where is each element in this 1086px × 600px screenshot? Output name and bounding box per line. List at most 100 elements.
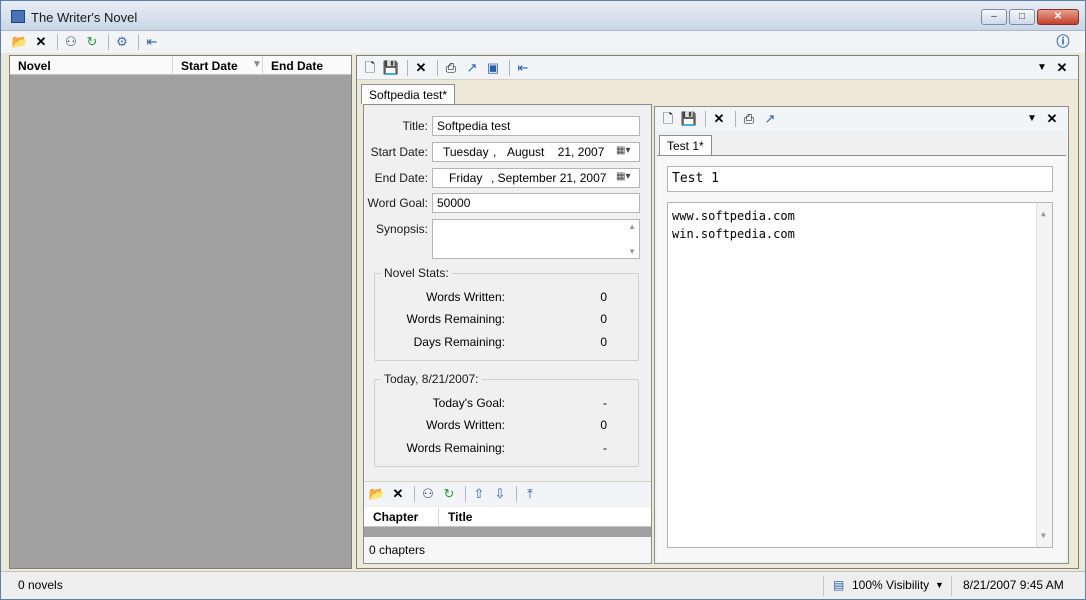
x-icon[interactable]: ✕ xyxy=(32,33,50,51)
chapters-grid-header: Chapter Title xyxy=(364,507,651,527)
binoculars-icon[interactable]: ⚇ xyxy=(62,33,80,51)
days-remaining-value: 0 xyxy=(600,335,607,349)
new-doc-icon[interactable]: 🗋 xyxy=(659,110,677,128)
vertical-scrollbar[interactable]: ▲ ▼ xyxy=(1036,203,1052,547)
scroll-up-icon[interactable]: ▲ xyxy=(628,222,636,231)
calendar-dropdown-icon[interactable]: ▦▾ xyxy=(616,171,636,185)
gear-icon[interactable]: ⚙ xyxy=(113,33,131,51)
x-icon[interactable]: ✕ xyxy=(412,59,430,77)
export-icon[interactable]: ↗ xyxy=(761,110,779,128)
novel-stats-group: Novel Stats: Words Written: 0 Words Rema… xyxy=(374,266,639,361)
toolbar-separator xyxy=(138,34,139,50)
close-pane-icon[interactable]: ✕ xyxy=(1053,59,1071,77)
toolbar-separator xyxy=(437,60,438,76)
refresh-icon[interactable]: ↻ xyxy=(440,485,458,503)
scroll-down-icon[interactable]: ▼ xyxy=(628,247,636,256)
scroll-up-icon[interactable]: ▲ xyxy=(1041,205,1046,223)
novels-count: 0 novels xyxy=(18,578,63,592)
x-icon[interactable]: ✕ xyxy=(710,110,728,128)
title-bar: The Writer's Novel – □ ✕ xyxy=(1,1,1085,31)
synopsis-label: Synopsis: xyxy=(375,222,428,236)
end-date-picker[interactable]: Friday , September 21, 2007 ▦▾ xyxy=(432,168,640,188)
start-date-value: August 21, 2007 xyxy=(507,145,605,159)
info-icon[interactable]: ⓘ xyxy=(1054,33,1072,51)
close-pane-icon[interactable]: ✕ xyxy=(1043,110,1061,128)
chapters-list[interactable] xyxy=(364,527,651,537)
chapter-body: Test 1 www.softpedia.com win.softpedia.c… xyxy=(657,155,1066,561)
build-icon[interactable]: ▣ xyxy=(484,59,502,77)
minimize-button[interactable]: – xyxy=(981,9,1007,25)
column-start-date[interactable]: Start Date xyxy=(173,56,263,74)
novel-document-pane: 🗋 💾 ✕ ⎙ ↗ ▣ ⇤ ▼ ✕ Softpedia test* Title:… xyxy=(356,55,1079,569)
printer-icon[interactable]: ⎙ xyxy=(740,110,758,128)
toolbar-separator xyxy=(509,60,510,76)
novels-grid-header: Novel Start Date ▼ End Date xyxy=(10,56,351,75)
chapters-count: 0 chapters xyxy=(364,537,651,563)
printer-icon[interactable]: ⎙ xyxy=(442,59,460,77)
column-end-date[interactable]: End Date xyxy=(263,56,351,74)
todays-goal-value: - xyxy=(603,396,607,410)
scroll-down-icon[interactable]: ▼ xyxy=(1041,527,1046,545)
end-day: Friday xyxy=(449,171,483,185)
words-remaining-label: Words Remaining: xyxy=(406,312,505,326)
chapter-title-input[interactable]: Test 1 xyxy=(667,166,1053,192)
todays-goal-label: Today's Goal: xyxy=(432,396,505,410)
window-title: The Writer's Novel xyxy=(31,10,138,25)
today-stats-title: Today, 8/21/2007: xyxy=(381,372,482,386)
tab-softpedia-test[interactable]: Softpedia test* xyxy=(361,84,456,104)
toolbar-separator xyxy=(735,111,736,127)
title-input[interactable]: Softpedia test xyxy=(432,116,640,136)
move-down-icon[interactable]: ⇩ xyxy=(491,485,509,503)
floppy-icon[interactable]: 💾 xyxy=(382,59,400,77)
move-up-icon[interactable]: ⇧ xyxy=(470,485,488,503)
start-sep: , xyxy=(493,145,497,159)
end-date-value: , September 21, 2007 xyxy=(491,171,607,185)
dock-icon[interactable]: ⇤ xyxy=(143,33,161,51)
start-date-picker[interactable]: Tuesday , August 21, 2007 ▦▾ xyxy=(432,142,640,162)
words-written-value: 0 xyxy=(600,290,607,304)
today-words-remaining-value: - xyxy=(603,441,607,455)
words-remaining-value: 0 xyxy=(600,312,607,326)
toolbar-separator xyxy=(108,34,109,50)
end-date-label: End Date: xyxy=(374,171,428,185)
word-goal-input[interactable]: 50000 xyxy=(432,193,640,213)
visibility-selector[interactable]: 100% Visibility xyxy=(852,578,929,592)
chapter-toolbar: 🗋 💾 ✕ ⎙ ↗ ▼ ✕ xyxy=(655,107,1068,131)
chapters-toolbar: 📂 ✕ ⚇ ↻ ⇧ ⇩ ⤒ xyxy=(364,481,651,505)
toolbar-separator xyxy=(516,486,517,502)
main-toolbar: 📂 ✕ ⚇ ↻ ⚙ ⇤ ⓘ xyxy=(1,31,1085,53)
novels-list[interactable]: Novel Start Date ▼ End Date xyxy=(9,55,352,569)
toolbar-separator xyxy=(407,60,408,76)
dropdown-pin-icon[interactable]: ▼ xyxy=(1033,59,1051,77)
tab-test-1[interactable]: Test 1* xyxy=(659,135,712,155)
x-icon[interactable]: ✕ xyxy=(389,485,407,503)
book-icon xyxy=(11,10,25,23)
dock-icon[interactable]: ⇤ xyxy=(514,59,532,77)
folder-open-icon[interactable]: 📂 xyxy=(368,485,386,503)
maximize-button[interactable]: □ xyxy=(1009,9,1035,25)
new-doc-icon[interactable]: 🗋 xyxy=(361,59,379,77)
synopsis-textarea[interactable]: ▲ ▼ xyxy=(432,219,640,259)
chapter-editor-pane: 🗋 💾 ✕ ⎙ ↗ ▼ ✕ Test 1* Test 1 www.softped… xyxy=(654,106,1069,564)
column-title[interactable]: Title xyxy=(439,507,539,526)
chapter-text-editor[interactable]: www.softpedia.com win.softpedia.com ▲ ▼ xyxy=(667,202,1053,548)
move-top-icon[interactable]: ⤒ xyxy=(521,485,539,503)
status-bar: 0 novels ▤ 100% Visibility ▼ 8/21/2007 9… xyxy=(1,571,1085,599)
folder-open-icon[interactable]: 📂 xyxy=(11,33,29,51)
chevron-down-icon[interactable]: ▼ xyxy=(935,580,944,590)
floppy-icon[interactable]: 💾 xyxy=(680,110,698,128)
dropdown-pin-icon[interactable]: ▼ xyxy=(1023,110,1041,128)
close-button[interactable]: ✕ xyxy=(1037,9,1079,25)
word-goal-label: Word Goal: xyxy=(367,196,428,210)
calendar-dropdown-icon[interactable]: ▦▾ xyxy=(616,145,636,159)
column-novel[interactable]: Novel xyxy=(10,56,173,74)
novel-form: Title: Softpedia test Start Date: Tuesda… xyxy=(363,104,652,564)
today-words-remaining-label: Words Remaining: xyxy=(406,441,505,455)
text-line: www.softpedia.com xyxy=(672,209,795,223)
export-icon[interactable]: ↗ xyxy=(463,59,481,77)
binoculars-icon[interactable]: ⚇ xyxy=(419,485,437,503)
refresh-icon[interactable]: ↻ xyxy=(83,33,101,51)
status-datetime: 8/21/2007 9:45 AM xyxy=(963,578,1064,592)
start-date-label: Start Date: xyxy=(370,145,428,159)
column-chapter[interactable]: Chapter xyxy=(364,507,439,526)
